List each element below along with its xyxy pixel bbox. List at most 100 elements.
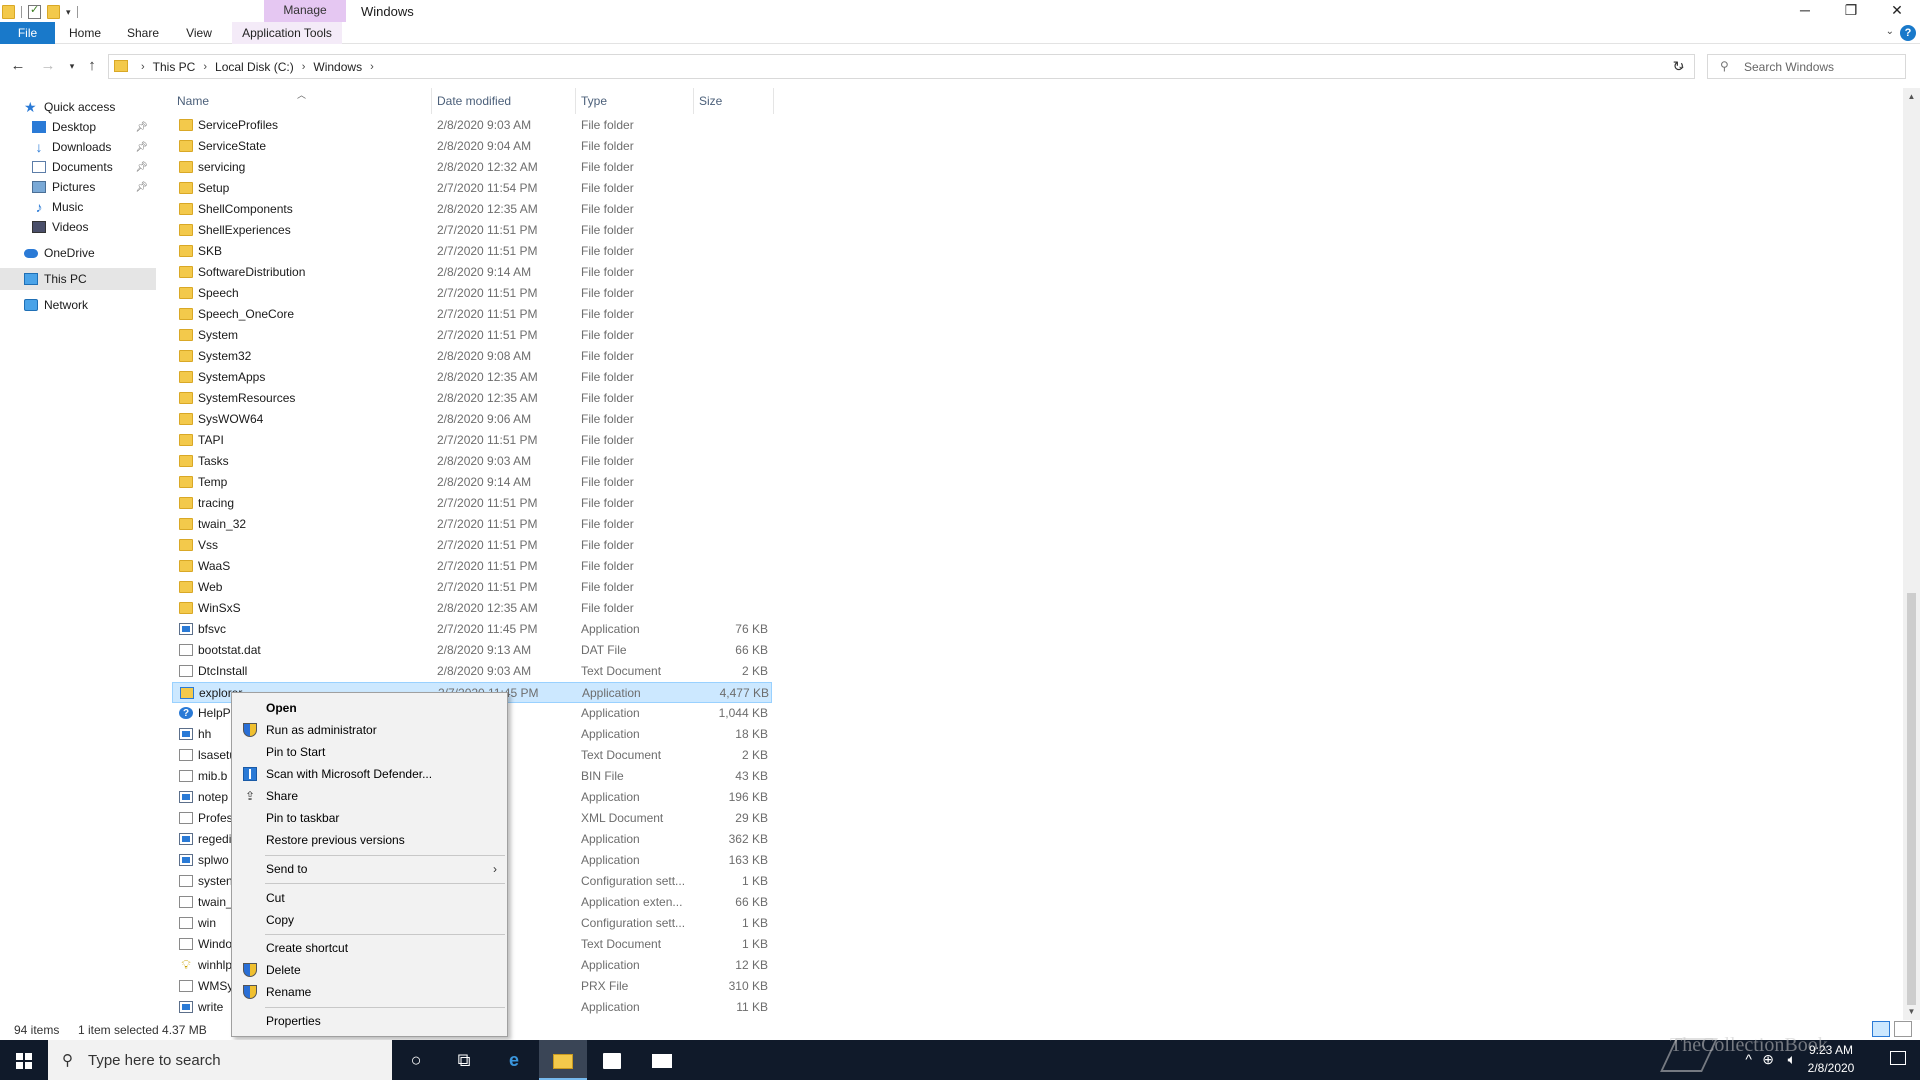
breadcrumb-local-disk[interactable]: Local Disk (C:) <box>215 60 294 74</box>
restore-button[interactable]: ❐ <box>1828 0 1874 22</box>
pin-icon[interactable]: 📌︎ <box>135 182 148 193</box>
taskbar-search[interactable]: ⚲ Type here to search <box>48 1040 392 1080</box>
menu-item-send-to[interactable]: Send to › <box>234 858 505 880</box>
table-row[interactable]: TAPI 2/7/2020 11:51 PM File folder <box>172 430 772 451</box>
large-icons-view-icon[interactable] <box>1894 1021 1912 1037</box>
scrollbar-thumb[interactable] <box>1907 593 1916 1005</box>
table-row[interactable]: bootstat.dat 2/8/2020 9:13 AM DAT File 66 K… <box>172 640 772 661</box>
pin-icon[interactable]: 📌︎ <box>135 142 148 153</box>
minimize-button[interactable]: ─ <box>1782 0 1828 22</box>
table-row[interactable]: Speech 2/7/2020 11:51 PM File folder <box>172 283 772 304</box>
table-row[interactable]: Temp 2/8/2020 9:14 AM File folder <box>172 472 772 493</box>
table-row[interactable]: Tasks 2/8/2020 9:03 AM File folder <box>172 451 772 472</box>
table-row[interactable]: SKB 2/7/2020 11:51 PM File folder <box>172 241 772 262</box>
menu-item-create-shortcut[interactable]: Create shortcut <box>234 937 505 959</box>
menu-item-share[interactable]: ⇪ Share <box>234 785 505 807</box>
tab-home[interactable]: Home <box>62 22 108 44</box>
expand-ribbon-chevron-icon[interactable]: ⌄ <box>1886 26 1894 37</box>
scroll-up-arrow-icon[interactable]: ▲ <box>1903 88 1920 105</box>
menu-item-scan-defender[interactable]: Scan with Microsoft Defender... <box>234 763 505 785</box>
breadcrumb-chevron-icon[interactable]: › <box>302 61 306 73</box>
details-view-icon[interactable] <box>1872 1021 1890 1037</box>
menu-item-properties[interactable]: Properties <box>234 1010 505 1032</box>
breadcrumb-windows[interactable]: Windows <box>313 60 362 74</box>
table-row[interactable]: SystemApps 2/8/2020 12:35 AM File folder <box>172 367 772 388</box>
menu-item-cut[interactable]: Cut <box>234 887 505 909</box>
search-input[interactable] <box>1744 58 1899 75</box>
table-row[interactable]: Vss 2/7/2020 11:51 PM File folder <box>172 535 772 556</box>
column-header-date[interactable]: Date modified <box>432 88 576 114</box>
menu-item-rename[interactable]: Rename <box>234 981 505 1003</box>
scroll-down-arrow-icon[interactable]: ▼ <box>1903 1003 1920 1020</box>
sidebar-item-desktop[interactable]: Desktop 📌︎ <box>0 116 156 138</box>
close-button[interactable]: ✕ <box>1874 0 1920 22</box>
table-row[interactable]: WinSxS 2/8/2020 12:35 AM File folder <box>172 598 772 619</box>
breadcrumb-this-pc[interactable]: This PC <box>153 60 196 74</box>
back-arrow-icon[interactable]: ← <box>8 56 28 76</box>
table-row[interactable]: ShellExperiences 2/7/2020 11:51 PM File fo… <box>172 220 772 241</box>
table-row[interactable]: System 2/7/2020 11:51 PM File folder <box>172 325 772 346</box>
table-row[interactable]: WaaS 2/7/2020 11:51 PM File folder <box>172 556 772 577</box>
menu-item-pin-to-start[interactable]: Pin to Start <box>234 741 505 763</box>
pin-icon[interactable]: 📌︎ <box>135 122 148 133</box>
menu-item-copy[interactable]: Copy <box>234 909 505 931</box>
column-header-name[interactable]: Name ︿ <box>172 88 432 114</box>
menu-item-delete[interactable]: Delete <box>234 959 505 981</box>
table-row[interactable]: DtcInstall 2/8/2020 9:03 AM Text Document 2… <box>172 661 772 682</box>
menu-item-open[interactable]: Open <box>234 697 505 719</box>
vertical-scrollbar[interactable]: ▲ ▼ <box>1903 88 1920 1020</box>
tab-file[interactable]: File <box>0 22 55 44</box>
table-row[interactable]: ServiceProfiles 2/8/2020 9:03 AM File fold… <box>172 115 772 136</box>
sidebar-item-documents[interactable]: Documents 📌︎ <box>0 156 156 178</box>
table-row[interactable]: twain_32 2/7/2020 11:51 PM File folder <box>172 514 772 535</box>
cortana-icon[interactable]: ○ <box>392 1040 440 1080</box>
up-arrow-icon[interactable]: ↑ <box>82 56 102 76</box>
table-row[interactable]: bfsvc 2/7/2020 11:45 PM Application 76 KB <box>172 619 772 640</box>
sidebar-item-videos[interactable]: Videos <box>0 216 156 238</box>
start-button[interactable] <box>0 1040 48 1080</box>
tab-share[interactable]: Share <box>120 22 166 44</box>
sidebar-item-quick-access[interactable]: ★ Quick access <box>0 96 156 118</box>
forward-arrow-icon[interactable]: → <box>38 56 58 76</box>
column-header-size[interactable]: Size <box>694 88 774 114</box>
properties-icon[interactable] <box>28 3 41 19</box>
file-explorer-icon[interactable] <box>539 1040 587 1080</box>
menu-item-run-as-administrator[interactable]: Run as administrator <box>234 719 505 741</box>
tab-manage[interactable]: Manage <box>264 0 346 22</box>
address-bar[interactable]: › This PC › Local Disk (C:) › Windows › … <box>108 54 1695 79</box>
table-row[interactable]: ShellComponents 2/8/2020 12:35 AM File fol… <box>172 199 772 220</box>
new-folder-icon[interactable] <box>47 5 60 19</box>
customize-toolbar-chevron-icon[interactable]: ▾ <box>66 7 71 18</box>
clock-date[interactable]: 2/8/2020 <box>1796 1061 1866 1075</box>
breadcrumb-chevron-icon[interactable]: › <box>203 61 207 73</box>
recent-locations-chevron-icon[interactable]: ▾ <box>62 56 82 76</box>
refresh-icon[interactable]: ↻ <box>1663 54 1695 79</box>
table-row[interactable]: Setup 2/7/2020 11:54 PM File folder <box>172 178 772 199</box>
tab-application-tools[interactable]: Application Tools <box>232 22 342 44</box>
table-row[interactable]: ServiceState 2/8/2020 9:04 AM File folder <box>172 136 772 157</box>
task-view-icon[interactable]: ⧉ <box>440 1040 488 1080</box>
sidebar-item-onedrive[interactable]: OneDrive <box>0 242 156 264</box>
notification-center-icon[interactable] <box>1890 1051 1906 1065</box>
sidebar-item-this-pc[interactable]: This PC <box>0 268 156 290</box>
table-row[interactable]: Web 2/7/2020 11:51 PM File folder <box>172 577 772 598</box>
tab-view[interactable]: View <box>176 22 222 44</box>
help-icon[interactable]: ? <box>1900 25 1916 41</box>
sidebar-item-music[interactable]: ♪ Music <box>0 196 156 218</box>
sidebar-item-downloads[interactable]: ↓ Downloads 📌︎ <box>0 136 156 158</box>
mail-icon[interactable] <box>638 1040 686 1080</box>
menu-item-restore-previous-versions[interactable]: Restore previous versions <box>234 829 505 851</box>
menu-item-pin-to-taskbar[interactable]: Pin to taskbar <box>234 807 505 829</box>
breadcrumb-chevron-icon[interactable]: › <box>141 61 145 73</box>
edge-browser-icon[interactable]: e <box>490 1040 538 1080</box>
breadcrumb-chevron-icon[interactable]: › <box>370 61 374 73</box>
sidebar-item-network[interactable]: Network <box>0 294 156 316</box>
table-row[interactable]: SoftwareDistribution 2/8/2020 9:14 AM File… <box>172 262 772 283</box>
table-row[interactable]: SystemResources 2/8/2020 12:35 AM File fol… <box>172 388 772 409</box>
table-row[interactable]: tracing 2/7/2020 11:51 PM File folder <box>172 493 772 514</box>
table-row[interactable]: SysWOW64 2/8/2020 9:06 AM File folder <box>172 409 772 430</box>
store-icon[interactable] <box>588 1040 636 1080</box>
table-row[interactable]: Speech_OneCore 2/7/2020 11:51 PM File fold… <box>172 304 772 325</box>
pin-icon[interactable]: 📌︎ <box>135 162 148 173</box>
table-row[interactable]: servicing 2/8/2020 12:32 AM File folder <box>172 157 772 178</box>
